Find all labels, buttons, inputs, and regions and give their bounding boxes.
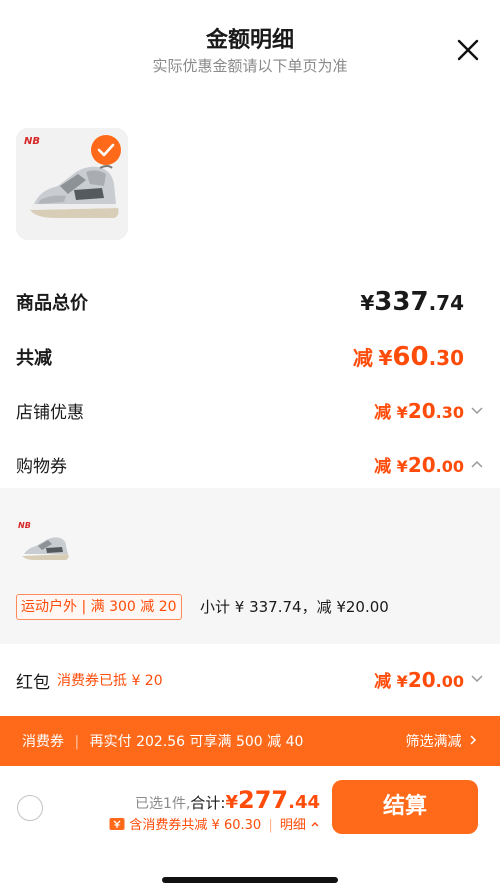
checkout-button[interactable]: 结算 <box>332 780 478 834</box>
shoe-image: NB <box>18 521 69 560</box>
store-discount-label: 店铺优惠 <box>16 403 84 423</box>
home-indicator <box>162 877 338 883</box>
chevron-right-icon <box>470 735 477 745</box>
banner-tag: 消费券 <box>22 734 64 750</box>
svg-text:NB: NB <box>18 521 31 530</box>
total-value: 277 <box>238 786 289 814</box>
coupon-icon <box>109 818 125 830</box>
discount-detail-link[interactable]: 含消费券共减 ¥ 60.30 | 明细 <box>109 814 320 833</box>
coupon-banner[interactable]: 消费券 | 再实付 202.56 可享满 500 减 40 筛选满减 <box>0 716 500 766</box>
total-summary: 已选1件,合计:¥277.44 <box>135 786 320 814</box>
coupon-product-image: NB <box>16 518 72 568</box>
store-discount-value[interactable]: 减 ¥20.30 <box>374 398 464 423</box>
coupon-value[interactable]: 减 ¥20.00 <box>374 452 464 477</box>
chevron-up-icon[interactable] <box>470 456 484 470</box>
total-discount-value: 减 ¥60.30 <box>352 342 464 372</box>
chevron-down-icon[interactable] <box>470 403 484 417</box>
goods-total-label: 商品总价 <box>16 293 88 314</box>
goods-total-value: ¥337.74 <box>360 287 464 317</box>
select-all-radio[interactable] <box>17 795 43 821</box>
selected-check-icon[interactable] <box>91 135 121 165</box>
promo-tag: 运动户外 | 满 300 减 20 <box>16 594 182 620</box>
total-discount-label: 共减 <box>16 348 52 369</box>
total-label: 合计: <box>190 794 226 812</box>
coupon-subtotal: 小计 ¥ 337.74，减 ¥20.00 <box>200 598 389 616</box>
banner-message: 再实付 202.56 可享满 500 减 40 <box>89 734 304 750</box>
svg-text:NB: NB <box>24 136 40 147</box>
filter-full-reduction-link[interactable]: 筛选满减 <box>406 731 478 751</box>
red-packet-label: 红包 <box>16 673 50 693</box>
red-packet-note: 消费券已抵 ¥ 20 <box>57 673 163 689</box>
red-packet-value[interactable]: 减 ¥20.00 <box>374 667 464 692</box>
chevron-up-icon <box>311 822 319 827</box>
page-subtitle: 实际优惠金额请以下单页为准 <box>152 57 348 75</box>
coupon-label: 购物券 <box>16 457 67 477</box>
close-icon[interactable] <box>454 36 482 64</box>
chevron-down-icon[interactable] <box>470 671 484 685</box>
coupon-detail-panel <box>0 488 500 644</box>
selected-count: 已选1件, <box>135 796 191 812</box>
page-title: 金额明细 <box>205 28 294 53</box>
banner-text: 消费券 | 再实付 202.56 可享满 500 减 40 <box>22 734 304 750</box>
